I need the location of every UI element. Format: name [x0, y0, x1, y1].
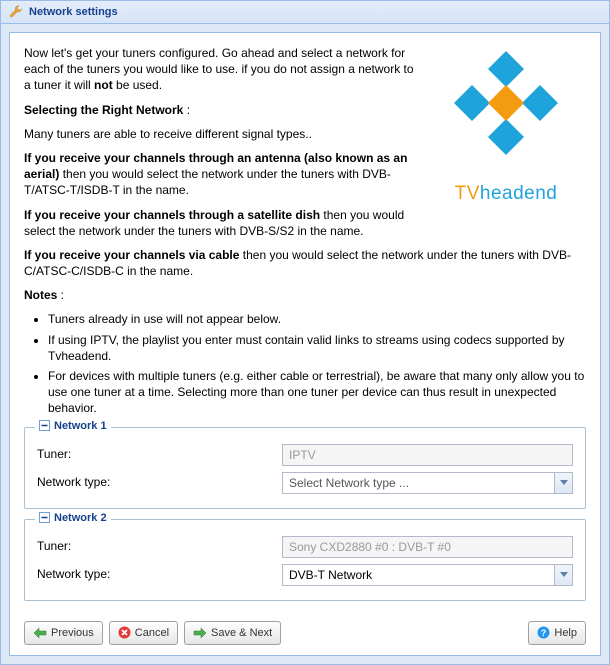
- network-type-row: Network type: DVB-T Network: [37, 564, 573, 586]
- inner-panel: TVheadend Now let's get your tuners conf…: [9, 32, 601, 656]
- list-item: For devices with multiple tuners (e.g. e…: [48, 368, 586, 417]
- window-title: Network settings: [29, 6, 118, 18]
- network-type-select[interactable]: DVB-T Network: [282, 564, 573, 586]
- tuner-label: Tuner:: [37, 446, 282, 462]
- intro-p2: Many tuners are able to receive differen…: [24, 126, 416, 142]
- notes-heading: Notes :: [24, 287, 586, 303]
- tuner-input: [282, 536, 573, 558]
- collapse-icon: [39, 512, 50, 523]
- cancel-button[interactable]: Cancel: [109, 621, 178, 645]
- intro-text: Now let's get your tuners configured. Go…: [24, 45, 416, 239]
- tuner-row: Tuner:: [37, 536, 573, 558]
- intro-p1: Now let's get your tuners configured. Go…: [24, 45, 416, 94]
- logo-text: TVheadend: [426, 181, 586, 207]
- help-icon: ?: [537, 626, 550, 639]
- chevron-down-icon: [560, 480, 568, 486]
- svg-text:?: ?: [541, 628, 547, 638]
- logo-graphic: [436, 45, 576, 175]
- network-settings-window: Network settings: [0, 0, 610, 665]
- network-type-row: Network type: Select Network type ...: [37, 472, 573, 494]
- previous-button[interactable]: Previous: [24, 621, 103, 645]
- dropdown-trigger[interactable]: [554, 565, 572, 585]
- title-bar: Network settings: [1, 1, 609, 24]
- chevron-down-icon: [560, 572, 568, 578]
- network-type-label: Network type:: [37, 474, 282, 490]
- save-next-button[interactable]: Save & Next: [184, 621, 281, 645]
- tvheadend-logo: TVheadend: [426, 45, 586, 207]
- arrow-left-icon: [33, 627, 47, 639]
- help-button[interactable]: ? Help: [528, 621, 586, 645]
- tuner-input: [282, 444, 573, 466]
- network-1-legend[interactable]: Network 1: [35, 419, 111, 434]
- list-item: Tuners already in use will not appear be…: [48, 311, 586, 327]
- intro-p3: If you receive your channels through an …: [24, 150, 416, 199]
- intro-block: TVheadend Now let's get your tuners conf…: [24, 45, 586, 417]
- arrow-right-icon: [193, 627, 207, 639]
- intro-p4: If you receive your channels through a s…: [24, 207, 416, 239]
- cancel-icon: [118, 626, 131, 639]
- network-type-label: Network type:: [37, 566, 282, 582]
- network-type-select[interactable]: Select Network type ...: [282, 472, 573, 494]
- intro-p5: If you receive your channels via cable t…: [24, 247, 586, 279]
- list-item: If using IPTV, the playlist you enter mu…: [48, 332, 586, 364]
- wrench-icon: [9, 5, 23, 19]
- network-2-legend[interactable]: Network 2: [35, 511, 111, 526]
- network-1-fieldset: Network 1 Tuner: Network type: Select Ne…: [24, 427, 586, 509]
- network-2-fieldset: Network 2 Tuner: Network type: DVB-T Net…: [24, 519, 586, 601]
- tuner-label: Tuner:: [37, 538, 282, 554]
- button-bar: Previous Cancel Save & Next ? Help: [24, 611, 586, 645]
- notes-list: Tuners already in use will not appear be…: [24, 311, 586, 416]
- tuner-row: Tuner:: [37, 444, 573, 466]
- collapse-icon: [39, 420, 50, 431]
- intro-h1: Selecting the Right Network :: [24, 102, 416, 118]
- content-area: TVheadend Now let's get your tuners conf…: [1, 24, 609, 664]
- dropdown-trigger[interactable]: [554, 473, 572, 493]
